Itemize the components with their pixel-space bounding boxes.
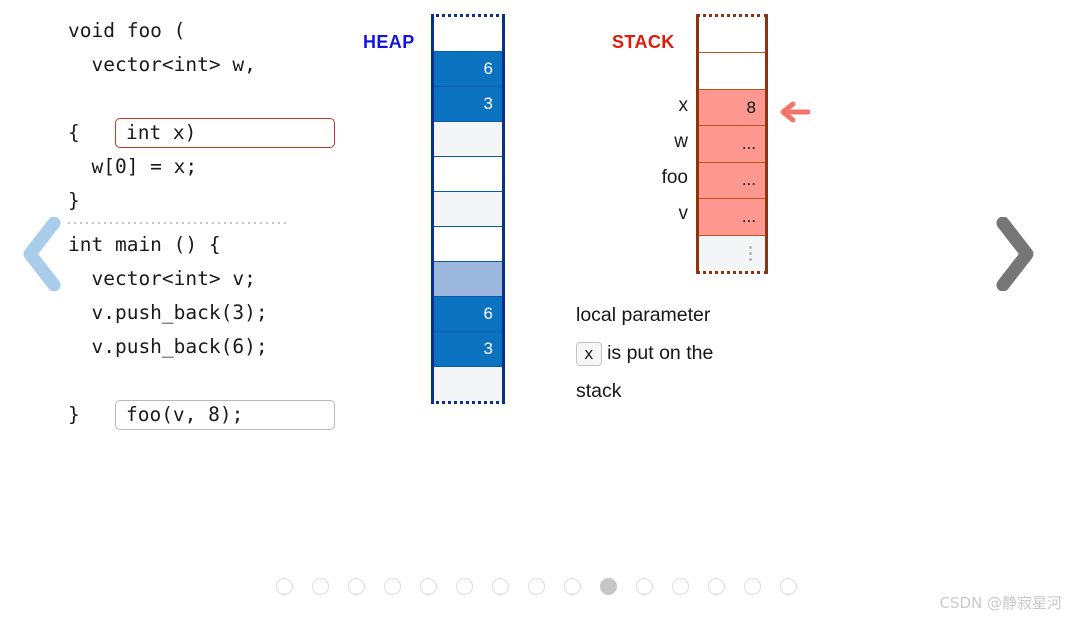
pagination-dot[interactable] (455, 578, 473, 595)
caption-line-2: is put on the (607, 342, 714, 364)
highlight-box-foo-call: foo(v, 8); (114, 400, 335, 430)
heap-cell: 3 (434, 86, 502, 121)
stack-row-label-v: v (678, 203, 689, 224)
heap-cell (434, 121, 502, 156)
pagination-dot-active[interactable] (599, 578, 617, 595)
code-line: vector<int> v; (68, 267, 256, 290)
pagination-dot[interactable] (635, 578, 653, 595)
stack-cell-foo: ... (699, 161, 765, 199)
stack-pointer-arrow (778, 100, 811, 129)
code-line: v.push_back(3); (68, 301, 268, 324)
stack-cell-v: ... (699, 198, 765, 235)
explanation-caption: local parameter x is put on the stack (576, 296, 826, 410)
stack-memory-column: 8 ... ... ... (696, 14, 768, 274)
heap-cell: 6 (434, 296, 502, 331)
code-line: v.push_back(6); (68, 335, 268, 358)
pagination-dot[interactable] (671, 578, 689, 595)
pagination-dot[interactable] (707, 578, 725, 595)
heap-cell (434, 156, 502, 191)
code-line-highlighted-param: int x) (68, 82, 368, 148)
stack-cell (699, 17, 765, 53)
stack-row-label-x: x (678, 95, 689, 116)
next-slide-button[interactable] (986, 209, 1042, 299)
caption-inline-code-x: x (576, 341, 602, 366)
stack-cell-w: ... (699, 125, 765, 162)
stack-cell (699, 52, 765, 89)
heap-cell (434, 366, 502, 401)
heap-cell (434, 226, 502, 261)
pagination-dot[interactable] (743, 578, 761, 595)
pagination-dot[interactable] (419, 578, 437, 595)
pagination-dot[interactable] (275, 578, 293, 595)
heap-cell: 3 (434, 331, 502, 366)
caption-line-1: local parameter (576, 304, 711, 326)
arrow-left-icon (778, 101, 811, 128)
stack-row-label-w: w (674, 131, 688, 152)
stack-cell-ellipsis (699, 234, 765, 271)
stack-row-labels: x w foo v (600, 88, 688, 232)
pagination-dot[interactable] (491, 578, 509, 595)
pagination-dot[interactable] (347, 578, 365, 595)
pagination-dot[interactable] (563, 578, 581, 595)
code-line: int main () { (68, 233, 221, 256)
pagination-dot[interactable] (311, 578, 329, 595)
stack-row-label-foo: foo (661, 167, 688, 188)
pagination-dots[interactable] (0, 578, 1072, 595)
stack-label: STACK (612, 32, 675, 52)
highlight-box-int-x: int x) (114, 118, 335, 148)
code-line: void foo ( (68, 19, 186, 42)
code-line: vector<int> w, (68, 53, 256, 76)
stack-cell-x: 8 (699, 88, 765, 126)
heap-cell (434, 17, 502, 51)
code-line-highlighted-call: foo(v, 8); (68, 364, 368, 430)
chevron-left-icon (22, 217, 62, 291)
code-line: } (68, 189, 80, 212)
heap-memory-column: 6 3 6 3 (431, 14, 505, 404)
caption-line-3: stack (576, 380, 622, 402)
chevron-right-icon (994, 217, 1034, 291)
pagination-dot[interactable] (779, 578, 797, 595)
code-panel: void foo ( vector<int> w, int x) { w[0] … (68, 14, 368, 432)
pagination-dot[interactable] (527, 578, 545, 595)
heap-label: HEAP (363, 32, 415, 52)
code-line: w[0] = x; (68, 155, 198, 178)
heap-cell: 6 (434, 51, 502, 86)
code-divider (68, 222, 290, 224)
vertical-ellipsis-icon (749, 245, 756, 261)
previous-slide-button[interactable] (14, 209, 70, 299)
heap-cell (434, 261, 502, 296)
heap-cell (434, 191, 502, 226)
watermark: CSDN @静寂星河 (939, 594, 1062, 612)
pagination-dot[interactable] (383, 578, 401, 595)
